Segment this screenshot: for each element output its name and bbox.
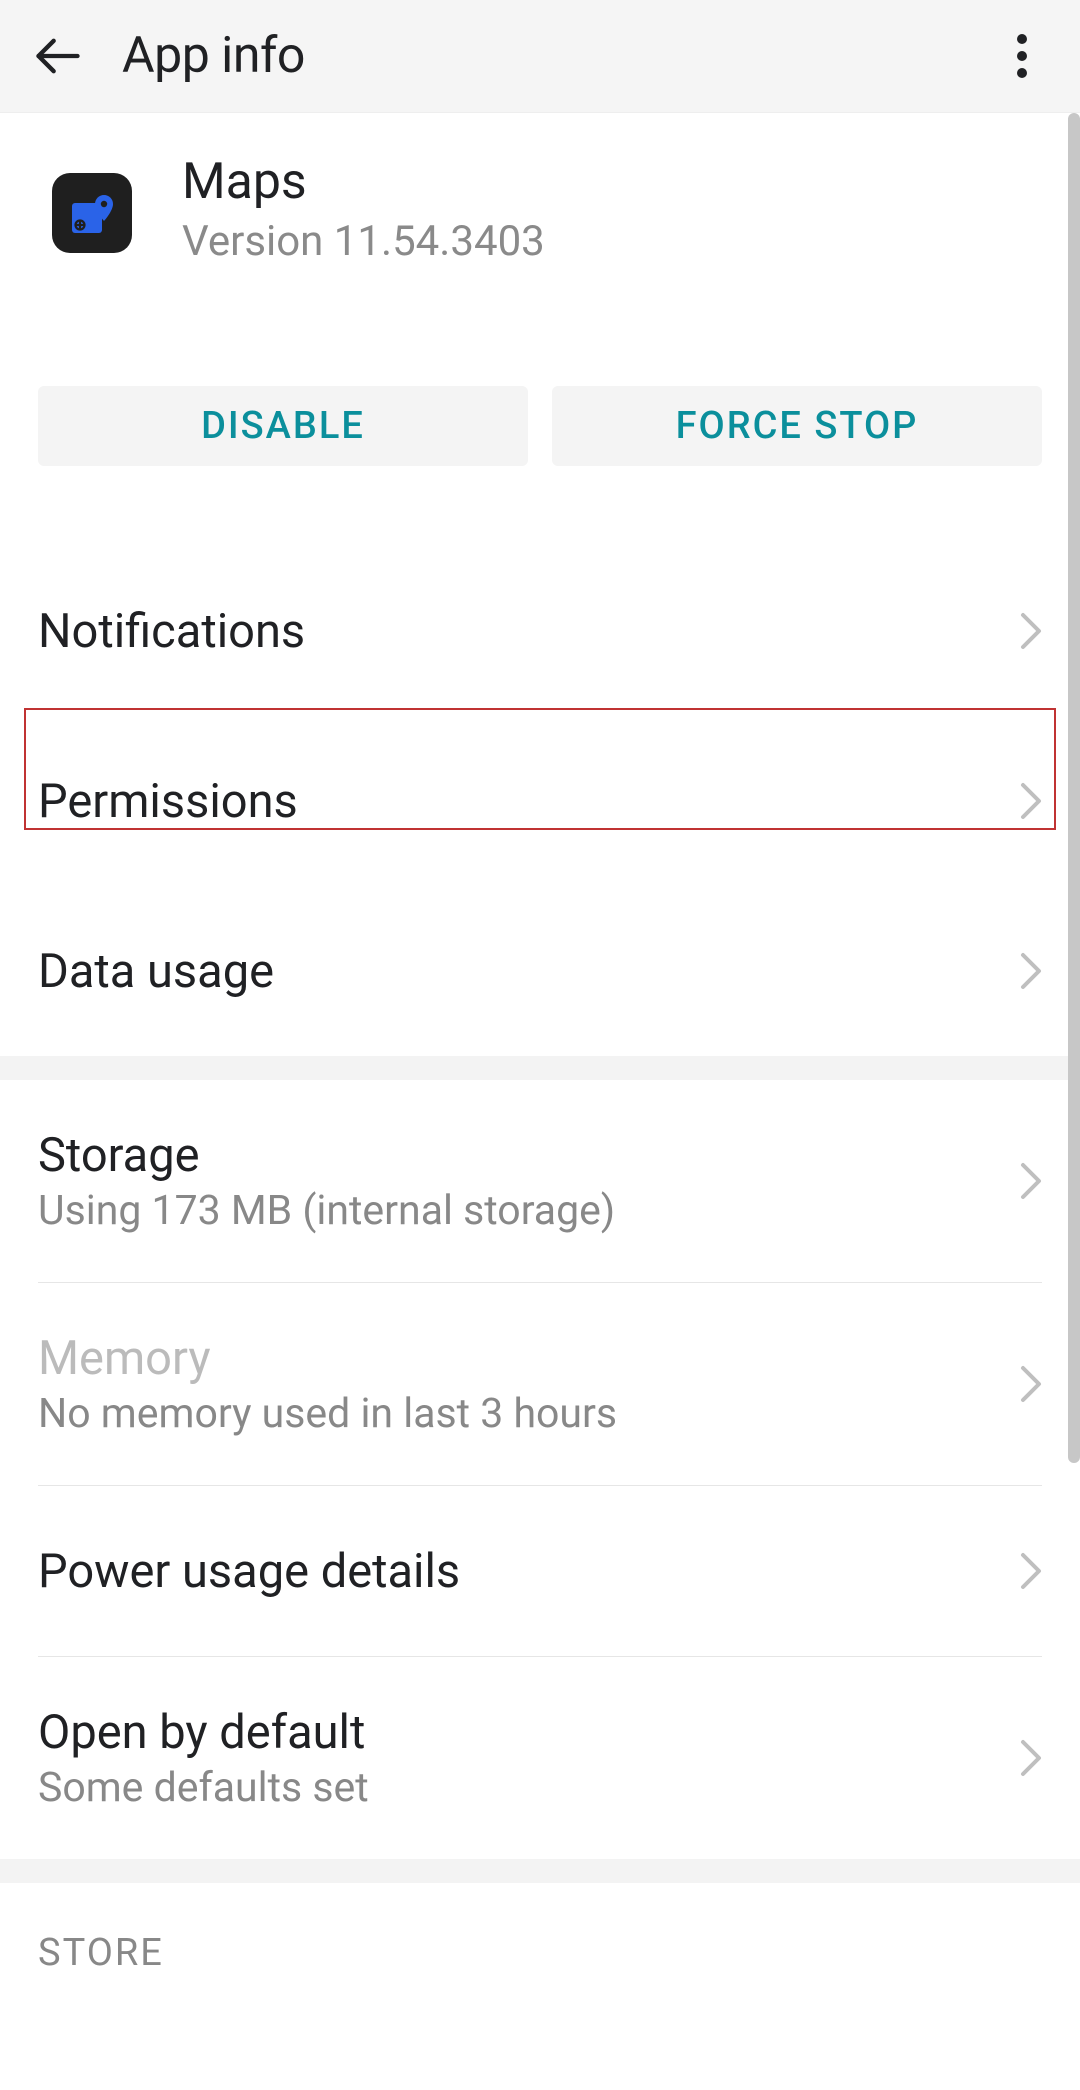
row-subtitle: Using 173 MB (internal storage) — [38, 1187, 1000, 1235]
row-title: Power usage details — [38, 1544, 1000, 1599]
back-button[interactable] — [22, 20, 94, 92]
row-title: Data usage — [38, 944, 1000, 999]
chevron-right-icon — [1020, 1739, 1042, 1777]
row-notifications[interactable]: Notifications — [0, 546, 1080, 716]
chevron-right-icon — [1020, 1162, 1042, 1200]
row-title: Permissions — [38, 774, 1000, 829]
disable-button[interactable]: DISABLE — [38, 386, 528, 466]
overflow-menu-button[interactable] — [986, 20, 1058, 92]
app-name: Maps — [182, 153, 545, 211]
page-title: App info — [122, 27, 986, 85]
row-power-usage[interactable]: Power usage details — [0, 1486, 1080, 1656]
chevron-right-icon — [1020, 782, 1042, 820]
section-divider — [0, 1056, 1080, 1080]
row-open-by-default[interactable]: Open by default Some defaults set — [0, 1657, 1080, 1859]
app-icon — [52, 173, 132, 253]
row-data-usage[interactable]: Data usage — [0, 886, 1080, 1056]
maps-icon — [68, 189, 116, 237]
row-permissions[interactable]: Permissions — [0, 716, 1080, 886]
row-subtitle: No memory used in last 3 hours — [38, 1390, 1000, 1438]
section-divider — [0, 1859, 1080, 1883]
row-title: Memory — [38, 1331, 1000, 1386]
content-area: Maps Version 11.54.3403 DISABLE FORCE ST… — [0, 113, 1080, 1975]
action-button-row: DISABLE FORCE STOP — [0, 300, 1080, 466]
more-vert-icon — [1017, 34, 1027, 78]
settings-group-3: STORE — [0, 1883, 1080, 1975]
chevron-right-icon — [1020, 1365, 1042, 1403]
row-title: Open by default — [38, 1705, 1000, 1760]
chevron-right-icon — [1020, 612, 1042, 650]
row-title: Storage — [38, 1128, 1000, 1183]
back-arrow-icon — [32, 30, 84, 82]
row-subtitle: Some defaults set — [38, 1764, 1000, 1812]
app-header: Maps Version 11.54.3403 — [0, 113, 1080, 300]
app-version: Version 11.54.3403 — [182, 217, 545, 266]
force-stop-button[interactable]: FORCE STOP — [552, 386, 1042, 466]
settings-group-1: Notifications Permissions Data usage — [0, 466, 1080, 1056]
row-title: Notifications — [38, 604, 1000, 659]
settings-group-2: Storage Using 173 MB (internal storage) … — [0, 1080, 1080, 1859]
row-memory[interactable]: Memory No memory used in last 3 hours — [0, 1283, 1080, 1485]
chevron-right-icon — [1020, 952, 1042, 990]
section-label-store: STORE — [0, 1883, 1080, 1975]
chevron-right-icon — [1020, 1552, 1042, 1590]
row-storage[interactable]: Storage Using 173 MB (internal storage) — [0, 1080, 1080, 1282]
header-bar: App info — [0, 0, 1080, 113]
